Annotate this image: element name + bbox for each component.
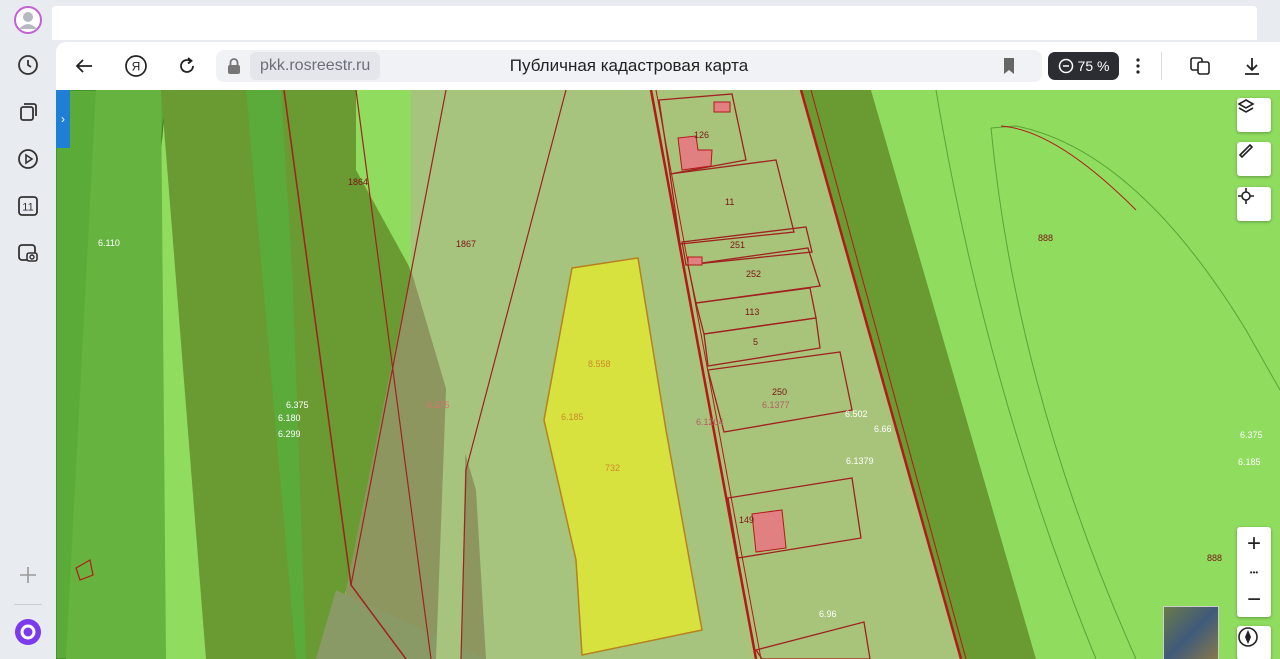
map-label: 250 <box>772 387 787 397</box>
url-text[interactable]: pkk.rosreestr.ru <box>250 52 381 80</box>
reload-button[interactable] <box>171 50 203 82</box>
map-label: 6.185 <box>1238 457 1261 467</box>
plus-icon <box>20 567 36 583</box>
map-label: 6.110 <box>98 238 120 248</box>
map-label: 8.558 <box>588 359 611 369</box>
zoom-more-button[interactable]: ••• <box>1237 561 1271 583</box>
play-icon <box>18 149 38 169</box>
calendar-badge: 11 <box>22 202 33 214</box>
basemap-thumbnail[interactable] <box>1163 606 1219 659</box>
sidebar-divider <box>14 604 42 605</box>
calendar-icon: 11 <box>18 196 38 216</box>
zoom-badge[interactable]: 75 % <box>1048 52 1119 80</box>
avatar-icon <box>14 6 42 34</box>
translate-button[interactable] <box>1184 50 1216 82</box>
map-label: 6.1377 <box>762 400 790 410</box>
yandex-icon: Я <box>125 55 147 77</box>
downloads-button[interactable] <box>1236 50 1268 82</box>
back-button[interactable] <box>68 50 100 82</box>
map-label: 6.502 <box>845 409 868 419</box>
map-label: 6.375 <box>427 400 450 410</box>
video-button[interactable] <box>12 143 44 175</box>
calendar-button[interactable]: 11 <box>12 190 44 222</box>
layers-icon <box>1237 99 1255 113</box>
map-label: 113 <box>745 307 759 317</box>
more-vertical-icon <box>1136 58 1140 74</box>
map-label: 6.96 <box>819 609 837 619</box>
map-label: 6.66 <box>874 424 892 434</box>
measure-button[interactable] <box>1237 142 1271 176</box>
locate-button[interactable] <box>1237 187 1271 221</box>
map-label: 11 <box>725 197 734 207</box>
zoom-control: + ••• − <box>1237 527 1271 617</box>
collections-button[interactable] <box>12 96 44 128</box>
download-icon <box>1245 58 1259 75</box>
map-label: 732 <box>605 463 620 473</box>
layers-button[interactable] <box>1237 98 1271 132</box>
browser-sidebar: 11 <box>0 0 56 659</box>
add-panel-button[interactable] <box>12 559 44 591</box>
crosshair-icon <box>1238 188 1254 204</box>
map-label: 1864 <box>348 177 368 187</box>
map-label: 1867 <box>456 239 476 249</box>
address-bar[interactable]: pkk.rosreestr.ru Публичная кадастровая к… <box>216 50 1042 82</box>
bookmark-icon[interactable] <box>1002 57 1016 75</box>
browser-toolbar: Я pkk.rosreestr.ru Публичная кадастровая… <box>56 42 1280 90</box>
camera-icon <box>18 244 38 262</box>
alice-icon <box>15 619 41 645</box>
screenshot-button[interactable] <box>12 237 44 269</box>
chevron-right-icon: › <box>61 112 65 126</box>
zoom-level: 75 % <box>1077 58 1110 74</box>
map-canvas[interactable]: 1864 6.110 1867 126 11 251 252 113 5 8.5… <box>56 90 1280 659</box>
zoom-in-button[interactable]: + <box>1237 527 1271 561</box>
arrow-left-icon <box>75 59 92 73</box>
clock-icon <box>18 55 38 75</box>
panel-toggle-button[interactable]: › <box>56 90 70 148</box>
compass-icon <box>1238 627 1258 647</box>
map-label: 888 <box>1038 233 1053 243</box>
yandex-home-button[interactable]: Я <box>120 50 152 82</box>
svg-text:Я: Я <box>132 60 141 74</box>
zoom-out-icon <box>1058 58 1073 74</box>
map-label: 6.375 <box>286 400 309 410</box>
compass-button[interactable] <box>1237 626 1271 659</box>
map-label: 251 <box>730 240 745 250</box>
translate-icon <box>1190 57 1210 75</box>
tab-strip[interactable] <box>52 6 1257 40</box>
alice-button[interactable] <box>12 616 44 648</box>
map-label: 149 <box>739 515 754 525</box>
reload-icon <box>180 57 194 73</box>
map-label: 126 <box>694 130 709 140</box>
cadastral-map[interactable]: 1864 6.110 1867 126 11 251 252 113 5 8.5… <box>56 90 1280 659</box>
map-label: 6.180 <box>278 413 301 423</box>
map-label: 6.185 <box>561 412 584 422</box>
lock-icon <box>228 58 240 74</box>
history-button[interactable] <box>12 49 44 81</box>
map-label: 6.1379 <box>846 456 874 466</box>
ruler-icon <box>1238 143 1254 159</box>
map-label: 252 <box>746 269 761 279</box>
zoom-out-button[interactable]: − <box>1237 583 1271 617</box>
map-label: 6.299 <box>278 429 301 439</box>
map-label: 888 <box>1207 553 1222 563</box>
map-label: 6.375 <box>1240 430 1263 440</box>
toolbar-divider <box>1161 52 1162 80</box>
page-menu-button[interactable] <box>1128 50 1148 82</box>
map-label: 6.1204 <box>696 417 724 427</box>
profile-avatar[interactable] <box>12 4 44 36</box>
collections-icon <box>20 103 37 121</box>
map-label: 5 <box>753 337 758 347</box>
